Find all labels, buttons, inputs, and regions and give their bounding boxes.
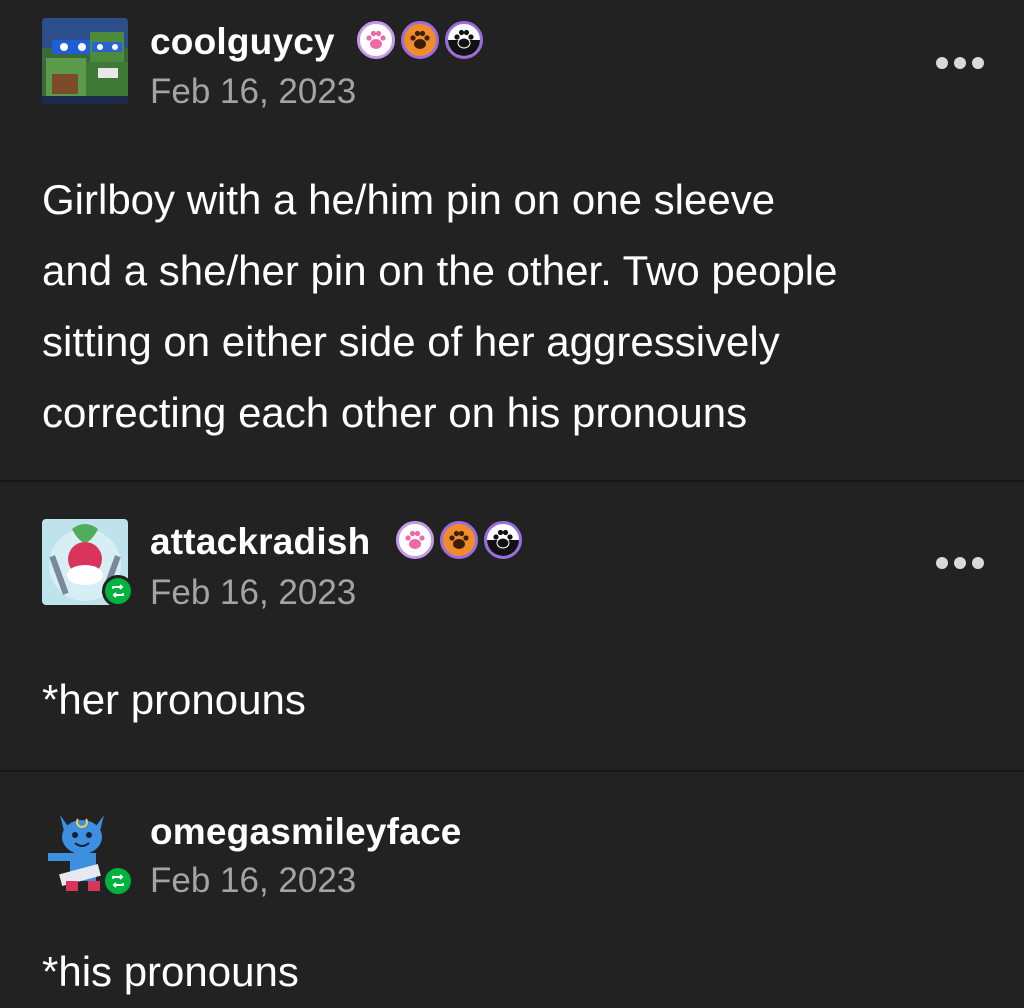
- post-attackradish: attackradish Feb 16, 2023 *her pronouns: [0, 482, 1024, 770]
- paw-badge-orange-icon[interactable]: [440, 521, 478, 559]
- post-body: *her pronouns: [42, 664, 972, 735]
- reblog-icon: [102, 865, 134, 897]
- paw-badge-pink-icon[interactable]: [357, 21, 395, 59]
- username[interactable]: coolguycy: [150, 21, 335, 63]
- post-body-line: *her pronouns: [42, 676, 306, 723]
- post-timestamp[interactable]: Feb 16, 2023: [150, 861, 356, 901]
- post-body-line: sitting on either side of her aggressive…: [42, 318, 780, 365]
- avatar[interactable]: [42, 18, 128, 104]
- paw-badge-black-icon[interactable]: [445, 21, 483, 59]
- username[interactable]: attackradish: [150, 521, 370, 563]
- more-options-icon[interactable]: [936, 55, 984, 71]
- post-body-line: *his pronouns: [42, 948, 299, 995]
- user-badges: [396, 521, 522, 559]
- post-body: Girlboy with a he/him pin on one sleeve …: [42, 164, 972, 448]
- post-timestamp[interactable]: Feb 16, 2023: [150, 573, 356, 613]
- more-options-icon[interactable]: [936, 555, 984, 571]
- post-omegasmileyface: omegasmileyface Feb 16, 2023 *his pronou…: [0, 772, 1024, 1008]
- post-timestamp[interactable]: Feb 16, 2023: [150, 72, 356, 112]
- post-coolguycy: coolguycy Feb 16, 2023 Girlboy with a he…: [0, 0, 1024, 480]
- reblog-icon: [102, 575, 134, 607]
- user-badges: [357, 21, 483, 59]
- paw-badge-pink-icon[interactable]: [396, 521, 434, 559]
- post-thread: coolguycy Feb 16, 2023 Girlboy with a he…: [0, 0, 1024, 1008]
- post-body-line: and a she/her pin on the other. Two peop…: [42, 247, 838, 294]
- post-body: *his pronouns: [42, 936, 972, 1007]
- post-body-line: correcting each other on his pronouns: [42, 389, 748, 436]
- post-body-line: Girlboy with a he/him pin on one sleeve: [42, 176, 776, 223]
- paw-badge-orange-icon[interactable]: [401, 21, 439, 59]
- paw-badge-black-icon[interactable]: [484, 521, 522, 559]
- username[interactable]: omegasmileyface: [150, 811, 462, 853]
